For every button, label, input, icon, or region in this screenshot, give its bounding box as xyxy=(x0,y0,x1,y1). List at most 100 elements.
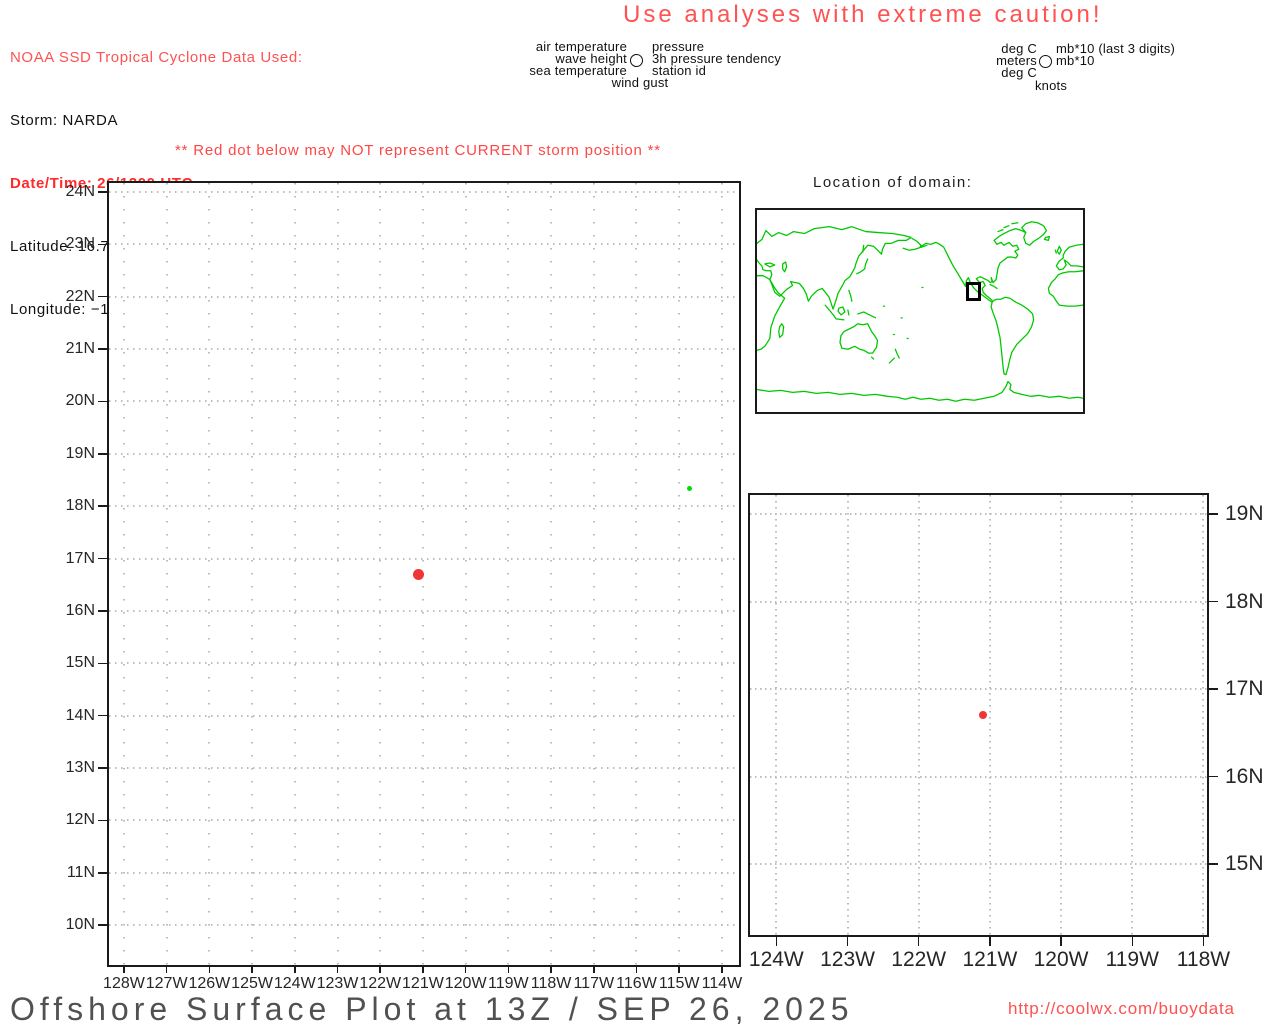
gridline-horizontal xyxy=(109,819,739,821)
x-tick-mark xyxy=(508,965,510,973)
y-tick-mark xyxy=(1207,601,1218,603)
y-tick-mark xyxy=(98,348,107,350)
gridline-vertical xyxy=(593,183,595,965)
y-tick-mark xyxy=(98,191,107,193)
y-tick-mark xyxy=(98,505,107,507)
gridline-vertical xyxy=(847,495,849,935)
gridline-horizontal xyxy=(109,400,739,402)
gridline-vertical xyxy=(989,495,991,935)
x-tick-mark xyxy=(123,965,125,973)
storm-name-line: Storm: NARDA xyxy=(10,110,303,131)
x-tick-mark xyxy=(1203,935,1205,946)
y-tick-mark xyxy=(98,872,107,874)
gridline-horizontal xyxy=(109,662,739,664)
x-tick-mark xyxy=(721,965,723,973)
gridline-horizontal xyxy=(109,453,739,455)
station-model-legend: air temperaturewave heightsea temperatur… xyxy=(420,41,840,93)
y-tick-label: 16N xyxy=(29,602,95,620)
source-url: http://coolwx.com/buoydata xyxy=(1008,999,1235,1019)
y-tick-label: 18N xyxy=(29,497,95,515)
y-tick-label: 19N xyxy=(29,445,95,463)
y-tick-label: 12N xyxy=(29,811,95,829)
x-tick-mark xyxy=(337,965,339,973)
y-tick-mark xyxy=(98,244,107,246)
y-tick-label: 18N xyxy=(1225,590,1264,614)
gridline-vertical xyxy=(550,183,552,965)
y-tick-label: 14N xyxy=(29,707,95,725)
x-tick-mark xyxy=(465,965,467,973)
caution-headline: Use analyses with extreme caution! xyxy=(623,1,1103,29)
x-tick-mark xyxy=(550,965,552,973)
gridline-horizontal xyxy=(109,924,739,926)
gridline-vertical xyxy=(337,183,339,965)
y-tick-label: 11N xyxy=(29,864,95,882)
offshore-surface-plot-page: NOAA SSD Tropical Cyclone Data Used: Sto… xyxy=(0,0,1280,1024)
inset-title: Location of domain: xyxy=(813,174,972,191)
gridline-horizontal xyxy=(109,348,739,350)
zoomed-domain-plot: 124W123W122W121W120W119W118W19N18N17N16N… xyxy=(748,493,1209,937)
gridline-horizontal xyxy=(109,767,739,769)
legend-label: deg C xyxy=(940,67,1037,79)
x-tick-mark xyxy=(847,935,849,946)
gridline-horizontal xyxy=(750,863,1207,865)
storm-position-dot xyxy=(413,569,424,580)
gridline-vertical xyxy=(251,183,253,965)
gridline-vertical xyxy=(123,183,125,965)
y-tick-mark xyxy=(98,610,107,612)
storm-position-dot xyxy=(979,711,987,719)
x-tick-mark xyxy=(209,965,211,973)
world-map-inset xyxy=(755,208,1085,414)
y-tick-label: 13N xyxy=(29,759,95,777)
x-tick-label: 122W xyxy=(891,948,946,972)
x-tick-mark xyxy=(918,935,920,946)
x-tick-label: 124W xyxy=(749,948,804,972)
gridline-horizontal xyxy=(750,688,1207,690)
gridline-horizontal xyxy=(109,191,739,193)
y-tick-mark xyxy=(98,558,107,560)
y-tick-label: 15N xyxy=(29,654,95,672)
y-tick-label: 19N xyxy=(1225,502,1264,526)
x-tick-mark xyxy=(593,965,595,973)
y-tick-label: 17N xyxy=(29,550,95,568)
gridline-vertical xyxy=(1060,495,1062,935)
x-tick-mark xyxy=(166,965,168,973)
y-tick-mark xyxy=(98,767,107,769)
gridline-horizontal xyxy=(750,513,1207,515)
gridline-vertical xyxy=(775,495,777,935)
units-circle-icon xyxy=(1039,55,1052,68)
legend-wind-gust: wind gust xyxy=(560,77,720,89)
y-tick-mark xyxy=(98,820,107,822)
gridline-vertical xyxy=(465,183,467,965)
gridline-horizontal xyxy=(109,872,739,874)
x-tick-label: 120W xyxy=(1034,948,1089,972)
x-tick-mark xyxy=(678,965,680,973)
units-legend: deg Cmetersdeg Cmb*10 (last 3 digits)mb*… xyxy=(940,43,1280,95)
y-tick-mark xyxy=(1207,863,1218,865)
gridline-horizontal xyxy=(109,558,739,560)
y-tick-mark xyxy=(98,453,107,455)
x-tick-mark xyxy=(1060,935,1062,946)
x-tick-label: 119W xyxy=(1106,948,1159,972)
x-tick-mark xyxy=(776,935,778,946)
station-circle-icon xyxy=(630,54,643,67)
y-tick-label: 10N xyxy=(29,916,95,934)
storm-position-warning: ** Red dot below may NOT represent CURRE… xyxy=(175,142,661,159)
gridline-vertical xyxy=(1202,495,1204,935)
x-tick-mark xyxy=(294,965,296,973)
x-tick-mark xyxy=(1132,935,1134,946)
gridline-vertical xyxy=(918,495,920,935)
gridline-horizontal xyxy=(750,601,1207,603)
gridline-vertical xyxy=(379,183,381,965)
y-tick-label: 23N xyxy=(29,235,95,253)
gridline-horizontal xyxy=(109,296,739,298)
y-tick-label: 17N xyxy=(1225,677,1264,701)
y-tick-label: 16N xyxy=(1225,765,1264,789)
y-tick-label: 20N xyxy=(29,392,95,410)
y-tick-mark xyxy=(1207,513,1218,515)
gridline-horizontal xyxy=(109,243,739,245)
legend-label: sea temperature xyxy=(420,65,627,77)
y-tick-label: 21N xyxy=(29,340,95,358)
x-tick-label: 123W xyxy=(820,948,875,972)
gridline-horizontal xyxy=(109,610,739,612)
gridline-vertical xyxy=(507,183,509,965)
